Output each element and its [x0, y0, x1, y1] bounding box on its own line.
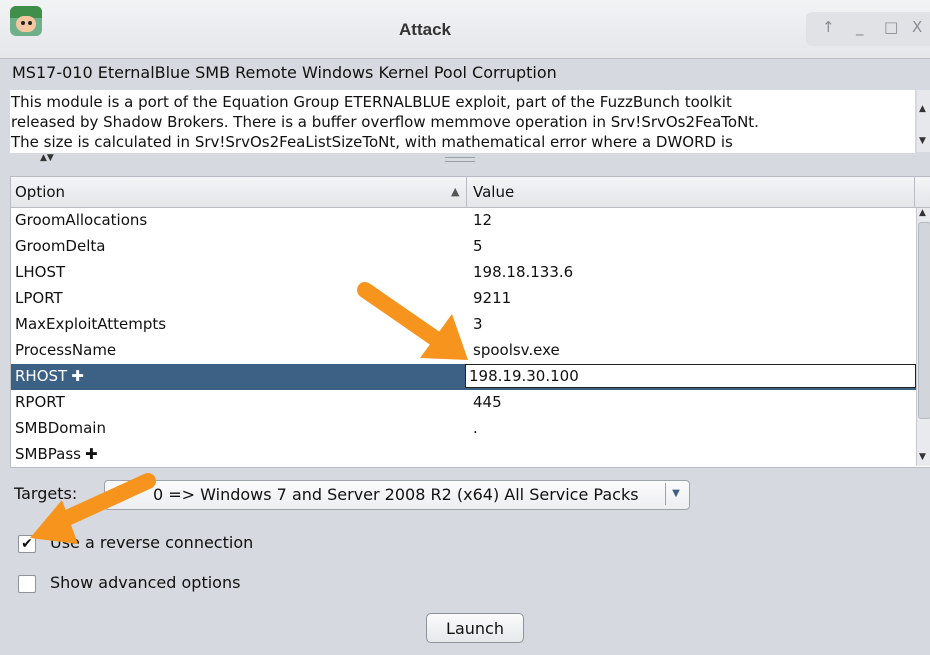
- option-label: LPORT: [15, 289, 63, 307]
- column-header-label: Option: [15, 183, 66, 201]
- scroll-down-icon[interactable]: ▼: [919, 452, 926, 462]
- option-name: SMBPass ✚: [15, 445, 98, 463]
- attack-dialog: Attack ↑ _ □ X MS17-010 EternalBlue SMB …: [0, 0, 930, 655]
- description-line: This module is a port of the Equation Gr…: [11, 93, 732, 111]
- option-name: SMBDomain: [15, 419, 106, 437]
- option-label: RPORT: [15, 393, 65, 411]
- sort-ascending-icon: ▲: [451, 185, 460, 198]
- required-plus-icon: ✚: [84, 445, 98, 463]
- targets-dropdown[interactable]: 0 => Windows 7 and Server 2008 R2 (x64) …: [104, 480, 690, 510]
- option-name: RHOST ✚: [15, 367, 84, 385]
- table-row[interactable]: GroomDelta 5: [11, 234, 916, 260]
- scrollbar-thumb[interactable]: [918, 222, 930, 419]
- table-row[interactable]: GroomAllocations 12: [11, 208, 916, 234]
- window-title: Attack: [399, 20, 451, 39]
- value-edit-field[interactable]: 198.19.30.100: [465, 364, 916, 388]
- chevron-down-icon[interactable]: ▼: [665, 483, 686, 505]
- table-row[interactable]: SMBDomain.: [11, 416, 916, 442]
- table-row[interactable]: ProcessName spoolsv.exe: [11, 338, 916, 364]
- module-name: MS17-010 EternalBlue SMB Remote Windows …: [12, 63, 557, 82]
- table-row[interactable]: RPORT 445: [11, 390, 916, 416]
- advanced-options-label: Show advanced options: [50, 573, 241, 592]
- option-label: SMBPass: [15, 445, 81, 463]
- maximize-button[interactable]: □: [884, 18, 898, 36]
- option-value[interactable]: 5: [473, 237, 483, 255]
- option-value[interactable]: spoolsv.exe: [473, 341, 560, 359]
- description-scrollbar[interactable]: ▲ ▼: [917, 90, 930, 152]
- column-header-option[interactable]: Option ▲: [15, 177, 465, 207]
- option-name: RPORT: [15, 393, 65, 411]
- advanced-options-checkbox[interactable]: [18, 575, 36, 593]
- scroll-up-icon[interactable]: ▲: [919, 208, 926, 218]
- split-pane-divider[interactable]: ▲▼: [0, 153, 930, 165]
- scroll-up-icon[interactable]: ▲: [919, 104, 926, 114]
- table-scrollbar[interactable]: ▲ ▼: [916, 208, 930, 466]
- option-value[interactable]: 12: [473, 211, 492, 229]
- table-row[interactable]: RHOST ✚ 198.19.30.100: [11, 364, 916, 390]
- title-bar[interactable]: Attack ↑ _ □ X: [0, 0, 930, 59]
- option-label: SMBDomain: [15, 419, 106, 437]
- window-controls: ↑ _ □ X: [806, 12, 930, 46]
- option-name: ProcessName: [15, 341, 116, 359]
- option-value[interactable]: 445: [473, 393, 502, 411]
- option-value[interactable]: .: [473, 419, 478, 437]
- close-button[interactable]: X: [912, 18, 922, 36]
- table-row[interactable]: MaxExploitAttempts 3: [11, 312, 916, 338]
- collapse-arrows-icon[interactable]: ▲▼: [40, 153, 54, 163]
- option-label: ProcessName: [15, 341, 117, 359]
- table-row[interactable]: LPORT 9211: [11, 286, 916, 312]
- option-name: LHOST: [15, 263, 65, 281]
- description-line: The size is calculated in Srv!SrvOs2FeaL…: [11, 133, 733, 151]
- reverse-connection-checkbox[interactable]: ✔: [18, 535, 36, 553]
- table-header: Option ▲ Value: [11, 177, 930, 208]
- scroll-down-icon[interactable]: ▼: [919, 136, 926, 146]
- option-name: MaxExploitAttempts: [15, 315, 166, 333]
- option-label: RHOST: [15, 367, 68, 385]
- table-row[interactable]: SMBPass ✚: [11, 442, 916, 467]
- option-value[interactable]: 198.18.133.6: [473, 263, 573, 281]
- column-header-value[interactable]: Value: [473, 177, 913, 207]
- option-name: GroomAllocations: [15, 211, 147, 229]
- option-name: LPORT: [15, 289, 63, 307]
- pin-icon[interactable]: ↑: [822, 18, 835, 36]
- option-label: MaxExploitAttempts: [15, 315, 167, 333]
- reverse-connection-label: Use a reverse connection: [50, 533, 254, 552]
- options-table: Option ▲ Value GroomAllocations 12 GroomDe…: [10, 176, 930, 468]
- option-label: GroomAllocations: [15, 211, 148, 229]
- divider-grip-icon[interactable]: [445, 157, 475, 162]
- minimize-button[interactable]: _: [856, 18, 864, 36]
- table-body: GroomAllocations 12 GroomDelta 5 LHOST 198.18…: [11, 208, 916, 467]
- table-row[interactable]: LHOST 198.18.133.6: [11, 260, 916, 286]
- targets-selected-value: 0 => Windows 7 and Server 2008 R2 (x64) …: [153, 485, 639, 504]
- description-line: released by Shadow Brokers. There is a b…: [11, 113, 759, 131]
- option-label: LHOST: [15, 263, 66, 281]
- option-value[interactable]: 9211: [473, 289, 511, 307]
- module-description[interactable]: This module is a port of the Equation Gr…: [10, 90, 915, 154]
- option-name: GroomDelta: [15, 237, 105, 255]
- launch-button[interactable]: Launch: [426, 613, 524, 643]
- required-plus-icon: ✚: [71, 367, 84, 385]
- option-value[interactable]: 3: [473, 315, 483, 333]
- targets-label: Targets:: [14, 484, 78, 503]
- option-label: GroomDelta: [15, 237, 106, 255]
